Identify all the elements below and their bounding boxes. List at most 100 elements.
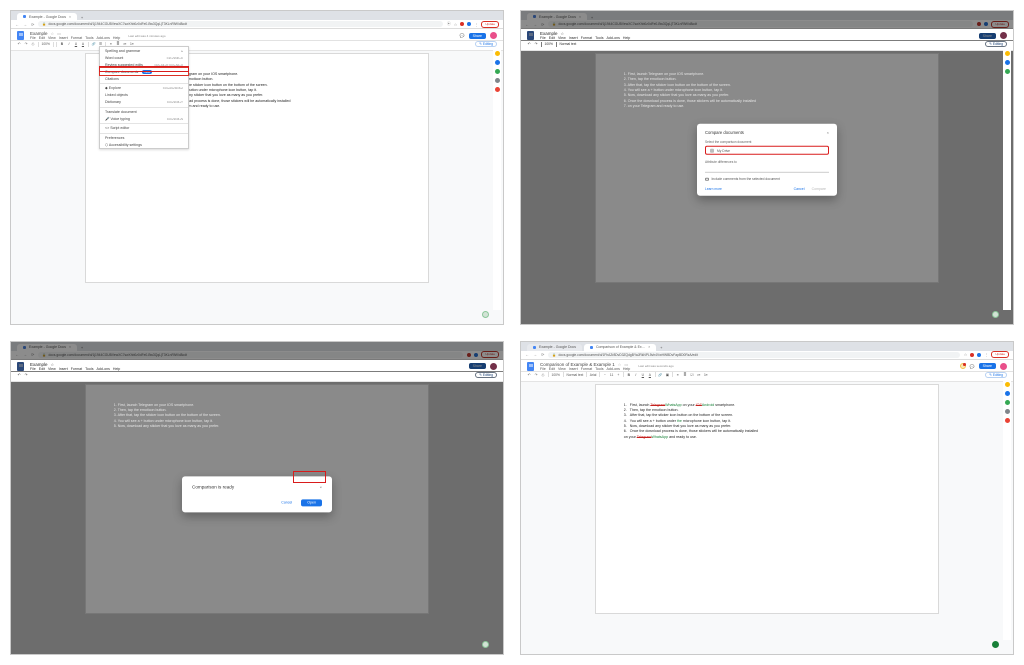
menu-file[interactable]: File [30, 36, 36, 40]
menu-format[interactable]: Format [581, 367, 592, 371]
menu-edit[interactable]: Edit [39, 36, 45, 40]
tools-menu-item[interactable]: ⬡ Accessibility settings [100, 141, 188, 148]
tools-menu-item[interactable]: Compare documentsNew [100, 68, 188, 75]
explore-button-icon[interactable] [482, 641, 489, 648]
user-avatar-icon[interactable] [490, 32, 497, 39]
font-select[interactable]: Arial [590, 373, 597, 377]
forward-icon[interactable]: → [533, 352, 537, 357]
notification-bell-icon[interactable] [960, 363, 966, 369]
back-icon[interactable]: ← [15, 352, 19, 357]
menu-insert[interactable]: Insert [569, 367, 578, 371]
explore-button-icon[interactable] [992, 641, 999, 648]
calendar-icon[interactable] [1005, 51, 1010, 56]
redo-icon[interactable]: ↷ [534, 373, 538, 377]
bullet-list-icon[interactable]: •≡ [697, 373, 701, 377]
undo-icon[interactable]: ↶ [527, 42, 531, 46]
redo-icon[interactable]: ↷ [534, 42, 538, 46]
translate-icon[interactable]: ⦿ [447, 21, 451, 27]
open-button[interactable]: Open [301, 499, 322, 506]
menu-insert[interactable]: Insert [59, 36, 68, 40]
address-bar[interactable]: 🔒 docs.google.com/document/d/1FhAZr8DvD3… [548, 352, 959, 358]
new-tab-button[interactable]: + [658, 345, 664, 351]
forward-icon[interactable]: → [23, 352, 27, 357]
tools-menu-item[interactable]: Preferences [100, 133, 188, 142]
google-docs-logo-icon[interactable] [527, 362, 534, 371]
share-button[interactable]: Share [469, 363, 486, 369]
tools-menu-item[interactable]: Linked objects [100, 92, 188, 99]
reload-icon[interactable]: ⟳ [31, 22, 34, 27]
cancel-button[interactable]: Cancel [791, 186, 808, 192]
close-tab-icon[interactable]: × [579, 15, 581, 19]
address-bar[interactable]: 🔒 docs.google.com/document/d/1j1944CGUBV… [38, 21, 442, 27]
extension-icon[interactable] [467, 353, 471, 357]
redo-icon[interactable]: ↷ [24, 373, 28, 377]
text-color-icon[interactable]: A [648, 373, 652, 377]
keep-icon[interactable] [495, 60, 500, 65]
attribute-user-field[interactable] [705, 168, 829, 173]
tasks-icon[interactable] [1005, 400, 1010, 405]
google-docs-logo-icon[interactable] [17, 31, 24, 40]
address-bar[interactable]: 🔒 docs.google.com/document/d/1j1944CGUBV… [38, 352, 463, 358]
browser-tab-background[interactable]: Example - Google Docs [527, 344, 582, 351]
cancel-button[interactable]: Cancel [278, 500, 295, 506]
text-color-icon[interactable]: A [81, 42, 85, 46]
calendar-icon[interactable] [1005, 382, 1010, 387]
chrome-update-button[interactable]: Update [991, 351, 1009, 358]
extension-icon[interactable] [977, 353, 981, 357]
undo-icon[interactable]: ↶ [527, 373, 531, 377]
bookmark-star-icon[interactable]: ☆ [964, 352, 968, 357]
extension-icon[interactable] [984, 22, 988, 26]
redo-icon[interactable]: ↷ [24, 42, 28, 46]
chrome-update-button[interactable]: Update [991, 21, 1009, 28]
extension-icon[interactable] [970, 353, 974, 357]
menu-format[interactable]: Format [71, 36, 82, 40]
number-list-icon[interactable]: 1≡ [704, 373, 708, 377]
user-avatar-icon[interactable] [490, 363, 497, 370]
reload-icon[interactable]: ⟳ [541, 352, 544, 357]
comparison-file-picker[interactable]: My Drive [705, 146, 829, 155]
close-dialog-icon[interactable]: × [320, 484, 322, 489]
browser-tab-active[interactable]: Comparison of Example & Ex… × [584, 344, 656, 351]
keep-icon[interactable] [1005, 391, 1010, 396]
menu-edit[interactable]: Edit [549, 367, 555, 371]
menu-file[interactable]: File [540, 367, 546, 371]
back-icon[interactable]: ← [525, 22, 529, 27]
tools-menu-item[interactable]: <> Script editor [100, 123, 188, 132]
reload-icon[interactable]: ⟳ [31, 352, 34, 357]
keep-icon[interactable] [1005, 60, 1010, 65]
tools-menu-item[interactable]: Review suggested editsCtrl+Alt+O Ctrl+Al… [100, 61, 188, 68]
calendar-icon[interactable] [495, 51, 500, 56]
share-button[interactable]: Share [979, 33, 996, 39]
chrome-update-button[interactable]: Update [481, 21, 499, 28]
extension-icon[interactable] [467, 22, 471, 26]
zoom-select[interactable]: 100% [552, 373, 560, 377]
menu-help[interactable]: Help [113, 36, 120, 40]
reload-icon[interactable]: ⟳ [541, 22, 544, 27]
para-style-select[interactable]: Normal text [559, 42, 576, 46]
font-dec-icon[interactable]: − [603, 373, 607, 377]
underline-icon[interactable]: U [641, 373, 645, 377]
extension-icon[interactable] [474, 353, 478, 357]
forward-icon[interactable]: → [533, 22, 537, 27]
tools-menu-item[interactable]: Translate document [100, 107, 188, 116]
explore-button-icon[interactable] [482, 311, 489, 318]
extension-icon[interactable] [977, 22, 981, 26]
undo-icon[interactable]: ↶ [17, 373, 21, 377]
menu-add-ons[interactable]: Add-ons [607, 367, 620, 371]
tools-menu-item[interactable]: Word countCtrl+Shift+C [100, 54, 188, 61]
link-icon[interactable]: 🔗 [658, 373, 662, 377]
tasks-icon[interactable] [1005, 69, 1010, 74]
close-dialog-icon[interactable]: × [827, 130, 829, 135]
back-icon[interactable]: ← [525, 352, 529, 357]
browser-tab[interactable]: Example - Google Docs × [527, 13, 587, 20]
explore-button-icon[interactable] [992, 311, 999, 318]
tasks-icon[interactable] [495, 69, 500, 74]
document-page[interactable]: 1.First, launch TelegramWhatsApp on your… [595, 384, 939, 614]
tools-menu-item[interactable]: ◆ ExploreCtrl+Alt+Shift+I [100, 83, 188, 92]
contacts-icon[interactable] [1005, 409, 1010, 414]
comment-history-icon[interactable]: 💬 [460, 33, 465, 38]
bold-icon[interactable]: B [627, 373, 631, 377]
chrome-update-button[interactable]: Update [481, 351, 499, 358]
share-button[interactable]: Share [469, 33, 486, 39]
print-icon[interactable]: ⎙ [541, 373, 545, 377]
